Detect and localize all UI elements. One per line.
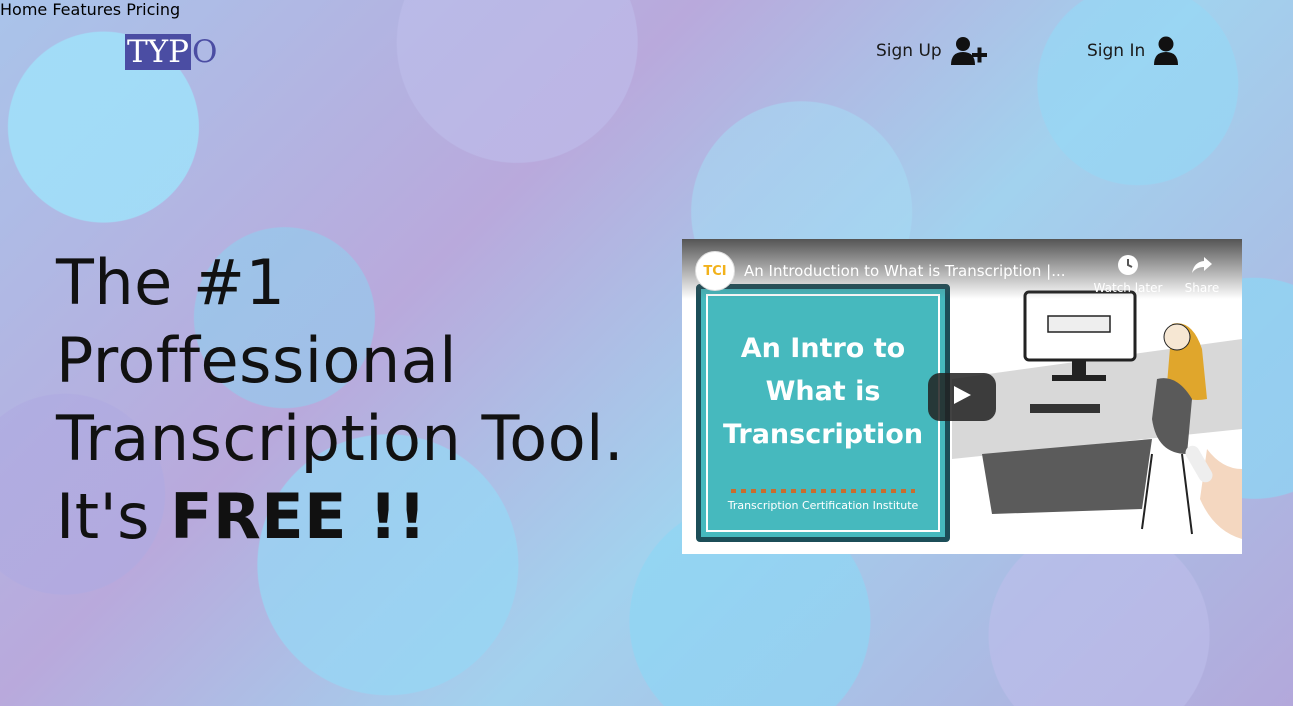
transcriptionist-illustration bbox=[952, 290, 1242, 539]
main-nav: Home Features Pricing bbox=[0, 0, 1293, 19]
hero-line-2: Proffessional bbox=[56, 324, 457, 397]
watch-later-label: Watch later bbox=[1093, 281, 1163, 295]
logo-box-text: TYP bbox=[125, 34, 191, 70]
nav-home-link[interactable]: Home bbox=[0, 0, 47, 19]
nav-pricing-link[interactable]: Pricing bbox=[126, 0, 180, 19]
play-icon bbox=[952, 385, 972, 409]
sign-up-label: Sign Up bbox=[876, 41, 942, 61]
share-button[interactable]: Share bbox=[1162, 253, 1242, 295]
card-title: An Intro to What is Transcription bbox=[701, 327, 945, 456]
clock-icon bbox=[1088, 253, 1168, 277]
video-embed[interactable]: An Intro to What is Transcription Transc… bbox=[682, 239, 1242, 554]
sign-in-label: Sign In bbox=[1087, 41, 1146, 61]
watch-later-button[interactable]: Watch later bbox=[1088, 253, 1168, 295]
card-dot-divider bbox=[731, 489, 915, 493]
hero-line-4-prefix: It's bbox=[56, 480, 171, 553]
video-title[interactable]: An Introduction to What is Transcription… bbox=[744, 262, 1084, 280]
hero-line-1: The #1 bbox=[56, 246, 286, 319]
hero-line-3: Transcription Tool. bbox=[56, 402, 625, 475]
logo[interactable]: TYP O bbox=[125, 34, 217, 70]
card-title-line-1: An Intro to bbox=[740, 333, 906, 364]
card-title-line-3: Transcription bbox=[722, 419, 924, 450]
share-icon bbox=[1162, 253, 1242, 277]
play-button[interactable] bbox=[928, 373, 996, 421]
channel-avatar[interactable]: TCI bbox=[695, 251, 735, 291]
share-label: Share bbox=[1184, 281, 1220, 295]
sign-in-button[interactable]: Sign In bbox=[1087, 36, 1179, 66]
video-thumbnail-card: An Intro to What is Transcription Transc… bbox=[696, 284, 950, 542]
card-footer: Transcription Certification Institute bbox=[727, 499, 919, 512]
user-plus-icon bbox=[950, 36, 988, 66]
hero-line-4: It's FREE !! bbox=[56, 478, 656, 556]
hero-headline: The #1 Proffessional Transcription Tool.… bbox=[56, 244, 656, 556]
card-title-line-2: What is bbox=[765, 376, 881, 407]
nav-features-link[interactable]: Features bbox=[52, 0, 121, 19]
logo-tail-text: O bbox=[192, 34, 218, 70]
sign-up-button[interactable]: Sign Up bbox=[876, 36, 988, 66]
hero-free-emphasis: FREE !! bbox=[170, 480, 427, 553]
user-icon bbox=[1153, 36, 1179, 66]
